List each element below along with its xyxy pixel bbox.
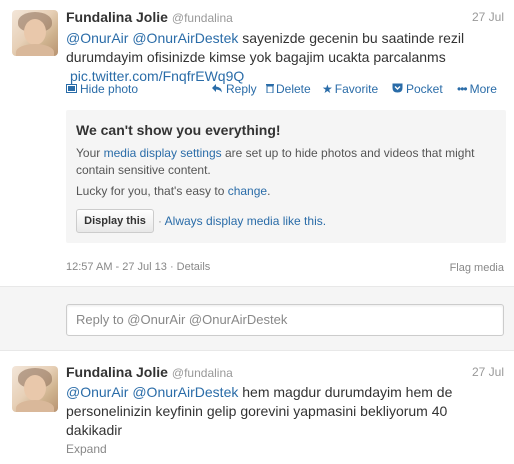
tweet-text-line3: dakikadir (66, 422, 123, 438)
tweet-timestamp[interactable]: 12:57 AM - 27 Jul 13 · Details (66, 261, 210, 273)
reply-placeholder: Reply to @OnurAir @OnurAirDestek (76, 312, 288, 327)
flag-media-link[interactable]: Flag media (450, 262, 504, 274)
tweet-actions: Hide photo Reply Delete ★ Favorite Pocket… (66, 82, 506, 98)
user-name[interactable]: Fundalina Jolie (66, 9, 168, 25)
tweet-text-segment: sayenizde gecenin bu saatinde rezil (238, 30, 465, 46)
avatar-face (24, 19, 46, 45)
always-display-link[interactable]: Always display media like this. (165, 214, 326, 228)
mention-link[interactable]: @OnurAir (66, 30, 128, 46)
tweet-date[interactable]: 27 Jul (472, 365, 504, 379)
reply-input[interactable]: Reply to @OnurAir @OnurAirDestek (66, 304, 504, 336)
more-button[interactable]: ••• More (457, 82, 497, 96)
tweet-date[interactable]: 27 Jul (472, 10, 504, 24)
mention-link[interactable]: @OnurAirDestek (132, 384, 238, 400)
tweet-text-line2: durumdayim ofisinizde kimse yok bagajim … (66, 49, 446, 65)
dots-icon: ••• (457, 82, 468, 96)
user-handle[interactable]: @fundalina (172, 11, 233, 25)
reply-area: Reply to @OnurAir @OnurAirDestek (0, 286, 514, 351)
warning-text: Your media display settings are set up t… (76, 146, 475, 177)
user-name[interactable]: Fundalina Jolie (66, 364, 168, 380)
pocket-icon (392, 82, 403, 96)
trash-icon (266, 82, 274, 96)
always-display-row: · Always display media like this. (158, 214, 327, 228)
tweet-header: Fundalina Jolie @fundalina (66, 9, 233, 27)
avatar[interactable] (12, 10, 58, 56)
tweet-text-line1: @OnurAir @OnurAirDestek sayenizde geceni… (66, 29, 506, 48)
reply-arrow-icon (212, 82, 223, 96)
avatar-face (24, 375, 46, 401)
mention-link[interactable]: @OnurAirDestek (132, 30, 238, 46)
tweet-text-line1: @OnurAir @OnurAirDestek hem magdur durum… (66, 383, 506, 402)
favorite-button[interactable]: ★ Favorite (322, 82, 378, 96)
tweet-text: @OnurAir @OnurAirDestek hem magdur durum… (66, 383, 506, 440)
display-this-button[interactable]: Display this (76, 209, 154, 233)
warning-title: We can't show you everything! (76, 122, 281, 138)
reply-button[interactable]: Reply (212, 82, 257, 96)
hide-photo-button[interactable]: Hide photo (66, 82, 138, 96)
tweet-text-line2: personelinizin keyfinin gelip gorevini y… (66, 403, 448, 419)
avatar-shoulders (16, 44, 54, 56)
mention-link[interactable]: @OnurAir (66, 384, 128, 400)
expand-link[interactable]: Expand (66, 442, 107, 456)
avatar[interactable] (12, 366, 58, 412)
tweet-text-segment: hem magdur durumdayim hem de (238, 384, 453, 400)
lucky-text: Lucky for you, that's easy to change. (76, 184, 271, 198)
sensitive-media-warning: We can't show you everything! Your media… (66, 110, 506, 243)
pocket-button[interactable]: Pocket (392, 82, 443, 96)
avatar-shoulders (16, 400, 54, 412)
star-icon: ★ (322, 82, 333, 96)
photo-icon (66, 82, 77, 96)
delete-button[interactable]: Delete (266, 82, 311, 96)
tweet-header: Fundalina Jolie @fundalina (66, 364, 233, 382)
tweet-text: @OnurAir @OnurAirDestek sayenizde geceni… (66, 29, 506, 86)
media-settings-link[interactable]: media display settings (104, 146, 222, 160)
change-link[interactable]: change (228, 184, 267, 198)
user-handle[interactable]: @fundalina (172, 366, 233, 380)
